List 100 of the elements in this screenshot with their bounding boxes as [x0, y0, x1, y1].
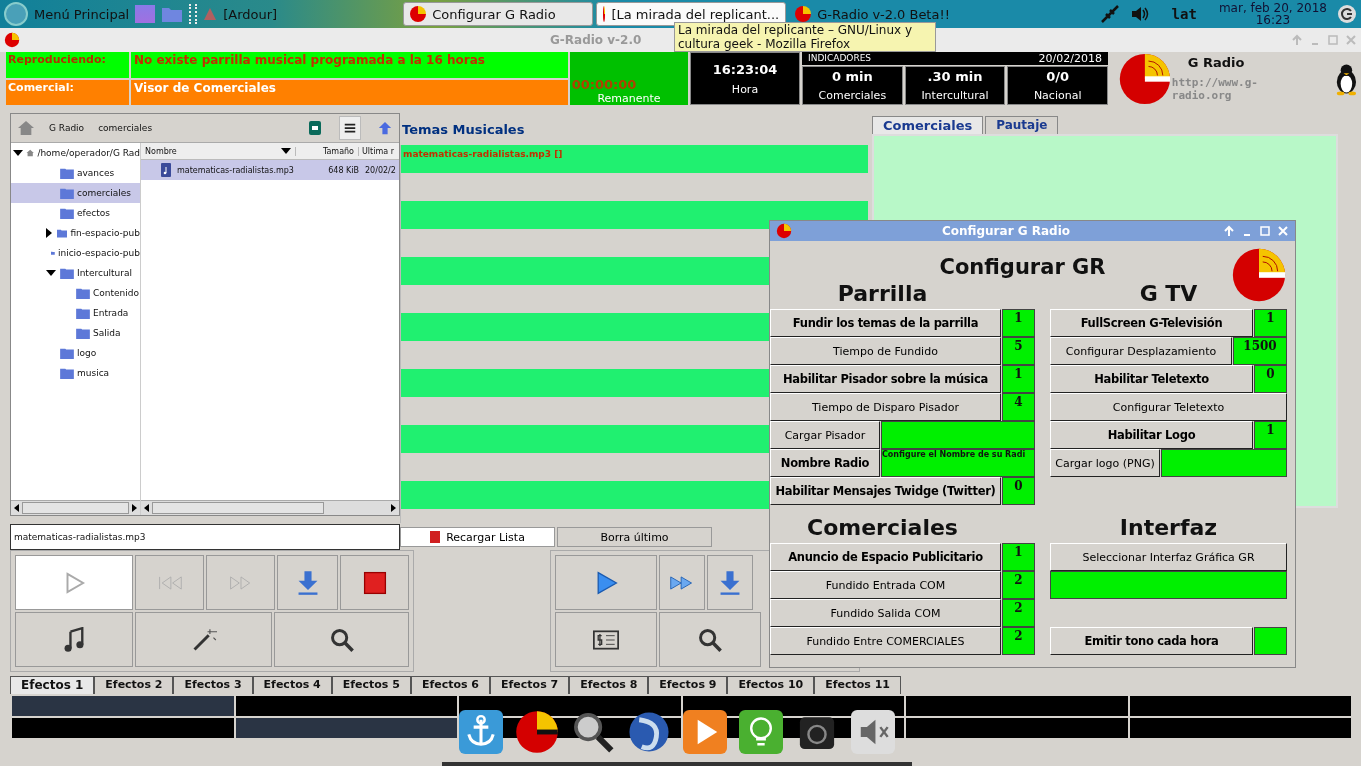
setting-button[interactable]: Habilitar Teletexto [1050, 365, 1253, 393]
previous-button[interactable] [135, 555, 204, 610]
sort-arrow-icon[interactable] [281, 148, 291, 154]
playlist-row[interactable]: matematicas-radialistas.mp3 [] [401, 145, 868, 173]
tab[interactable]: Pautaje [985, 116, 1059, 134]
value-field[interactable]: 4 [1002, 393, 1035, 421]
mute-icon[interactable] [851, 710, 895, 754]
setting-button[interactable]: Habilitar Pisador sobre la música [770, 365, 1001, 393]
setting-button[interactable]: Seleccionar Interfaz Gráfica GR [1050, 543, 1287, 571]
effects-tab[interactable]: Efectos 11 [814, 676, 901, 694]
setting-button[interactable]: Habilitar Logo [1050, 421, 1253, 449]
setting-button[interactable]: Fundido Entrada COM [770, 571, 1001, 599]
volume-icon[interactable] [1129, 4, 1150, 24]
setting-button[interactable]: FullScreen G-Televisión [1050, 309, 1253, 337]
value-field[interactable]: 5 [1002, 337, 1035, 365]
setting-button[interactable]: Tiempo de Disparo Pisador [770, 393, 1001, 421]
home-icon[interactable] [17, 120, 35, 136]
setting-button[interactable]: Fundido Salida COM [770, 599, 1001, 627]
setting-button[interactable]: Cargar Pisador [770, 421, 880, 449]
power-icon[interactable] [1337, 4, 1357, 24]
value-field[interactable]: 2 [1002, 627, 1035, 655]
scrollbar-thumb[interactable] [152, 502, 324, 515]
path-crumb[interactable]: comerciales [98, 123, 153, 133]
effects-tab[interactable]: Efectos 5 [331, 676, 411, 694]
setting-button[interactable]: Habilitar Mensajes Twidge (Twitter) [770, 477, 1001, 505]
text-field[interactable] [1161, 449, 1287, 477]
tab[interactable]: Comerciales [872, 116, 984, 134]
magnifier-icon[interactable] [571, 710, 615, 754]
menu-logo-icon[interactable] [4, 2, 28, 26]
column-header[interactable]: Nombre [141, 146, 281, 156]
value-field[interactable]: 1 [1254, 421, 1287, 449]
task-button[interactable]: Configurar G Radio [403, 2, 594, 26]
effects-tab[interactable]: Efectos 7 [490, 676, 570, 694]
folder-row[interactable]: efectos [11, 203, 140, 223]
path-crumb[interactable]: G Radio [49, 123, 85, 133]
value-field[interactable]: 2 [1002, 599, 1035, 627]
file-row[interactable]: matematicas-radialistas.mp3 648 KiB 20/02/2 [141, 160, 399, 180]
download-button[interactable] [277, 555, 338, 610]
play-icon[interactable] [683, 710, 727, 754]
folder-row[interactable]: inicio-espacio-pub [11, 243, 140, 263]
search-button[interactable] [659, 612, 761, 667]
effect-slot[interactable] [459, 696, 681, 716]
effects-tab[interactable]: Efectos 4 [252, 676, 332, 694]
next-button[interactable] [206, 555, 275, 610]
folder-row[interactable]: /home/operador/G Rad [11, 143, 140, 163]
setting-button[interactable]: Anuncio de Espacio Publicitario [770, 543, 1001, 571]
effects-tab[interactable]: Efectos 9 [648, 676, 728, 694]
column-header[interactable]: Última r [358, 146, 399, 156]
setting-button[interactable]: Configurar Desplazamiento [1050, 337, 1232, 365]
value-field[interactable]: 0 [1002, 477, 1035, 505]
stop-button[interactable] [340, 555, 409, 610]
folder-row[interactable]: Contenido [11, 283, 140, 303]
column-header[interactable]: Tamaño [295, 146, 358, 156]
value-field[interactable]: 1500 [1233, 337, 1287, 365]
setting-button[interactable]: Nombre Radio [770, 449, 880, 477]
setting-button[interactable]: Tiempo de Fundido [770, 337, 1001, 365]
value-field[interactable]: 2 [1002, 571, 1035, 599]
music-button[interactable] [15, 612, 133, 667]
setting-button[interactable]: Fundir los temas de la parrilla [770, 309, 1001, 337]
folder-row[interactable]: logo [11, 343, 140, 363]
value-field[interactable]: 0 [1254, 365, 1287, 393]
main-menu[interactable]: Menú Principal [34, 6, 130, 22]
play-button[interactable] [15, 555, 133, 610]
setting-button[interactable]: Emitir tono cada hora [1050, 627, 1253, 655]
scrollbar-thumb[interactable] [22, 502, 129, 515]
text-field[interactable] [881, 421, 1035, 449]
launcher-item[interactable]: [Ardour] [223, 6, 278, 22]
effects-tab[interactable]: Efectos 1 [10, 676, 95, 694]
effects-tab[interactable]: Efectos 3 [173, 676, 253, 694]
folder-row[interactable]: Intercultural [11, 263, 140, 283]
value-field[interactable]: 1 [1002, 365, 1035, 393]
effects-tab[interactable]: Efectos 6 [410, 676, 491, 694]
lightbulb-icon[interactable] [739, 710, 783, 754]
setting-button[interactable]: Configurar Teletexto [1050, 393, 1287, 421]
reload-button[interactable]: Recargar Lista [400, 527, 555, 547]
folder-row[interactable]: Entrada [11, 303, 140, 323]
filename-field[interactable]: matematicas-radialistas.mp3 [10, 524, 400, 550]
value-field[interactable] [1254, 627, 1287, 655]
path-field[interactable] [1050, 571, 1287, 599]
setting-button[interactable]: Fundido Entre COMERCIALES [770, 627, 1001, 655]
folder-row[interactable]: musica [11, 363, 140, 383]
folder-row[interactable]: avances [11, 163, 140, 183]
folder-row[interactable]: fin-espacio-pub [11, 223, 140, 243]
folder-row[interactable]: Salida [11, 323, 140, 343]
effects-tab[interactable]: Efectos 2 [94, 676, 174, 694]
delete-button[interactable]: Borra último [557, 527, 712, 547]
effects-tab[interactable]: Efectos 8 [569, 676, 649, 694]
folder-row[interactable]: comerciales [11, 183, 140, 203]
value-field[interactable]: 1 [1002, 309, 1035, 337]
invoice-button[interactable] [555, 612, 657, 667]
g-radio-logo-icon[interactable] [515, 710, 559, 754]
setting-button[interactable]: Cargar logo (PNG) [1050, 449, 1160, 477]
dragon-icon[interactable] [627, 710, 671, 754]
value-field[interactable]: 1 [1002, 543, 1035, 571]
search-button[interactable] [274, 612, 409, 667]
anchor-icon[interactable] [459, 710, 503, 754]
text-field[interactable]: Configure el Nombre de su Radi [881, 449, 1035, 477]
menu-icon[interactable] [339, 116, 361, 140]
scroll-right-icon[interactable] [391, 504, 396, 513]
network-icon[interactable] [1099, 4, 1120, 24]
